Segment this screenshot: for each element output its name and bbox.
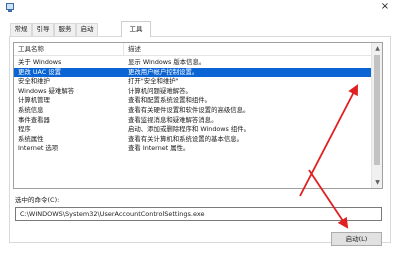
column-header-description[interactable]: 描述 bbox=[124, 43, 372, 56]
tool-name: 关于 Windows bbox=[18, 58, 62, 66]
list-item[interactable]: 关于 Windows 显示 Windows 版本信息。 bbox=[14, 58, 372, 68]
list-item-selected[interactable]: 更改 UAC 设置 更改用户帐户控制设置。 bbox=[14, 67, 372, 78]
list-item[interactable]: Internet 选项 查看 Internet 属性。 bbox=[14, 144, 372, 154]
tool-name: 系统信息 bbox=[18, 105, 44, 114]
tool-name: 计算机管理 bbox=[18, 96, 50, 105]
tool-description: 查看有关计算机和系统设置的基本信息。 bbox=[128, 134, 244, 143]
tab-services[interactable]: 服务 bbox=[54, 23, 76, 36]
tool-name: 系统属性 bbox=[18, 134, 44, 143]
list-item[interactable]: 系统信息 查看有关硬件设置和软件设置的高级信息。 bbox=[14, 106, 372, 116]
scrollbar-thumb[interactable] bbox=[374, 55, 380, 165]
tab-tools[interactable]: 工具 bbox=[121, 21, 151, 37]
tool-name: 更改 UAC 设置 bbox=[18, 67, 62, 76]
column-header-tool-name[interactable]: 工具名称 bbox=[14, 43, 124, 56]
scroll-up-arrow-icon[interactable]: ▲ bbox=[372, 43, 382, 54]
list-item[interactable]: 系统属性 查看有关计算机和系统设置的基本信息。 bbox=[14, 135, 372, 145]
tool-name: 安全和维护 bbox=[18, 77, 50, 86]
list-item[interactable]: 程序 启动、添加或删除程序和 Windows 组件。 bbox=[14, 125, 372, 135]
tool-description: 打开"安全和维护" bbox=[128, 77, 179, 86]
tool-name: 事件查看器 bbox=[18, 115, 50, 124]
tab-boot[interactable]: 引导 bbox=[32, 23, 54, 36]
list-item[interactable]: Windows 疑难解答 计算机问题疑难解答。 bbox=[14, 87, 372, 97]
title-bar: × bbox=[0, 0, 399, 14]
msconfig-app-icon bbox=[6, 3, 14, 12]
tool-name: 程序 bbox=[18, 125, 31, 134]
tool-description: 查看有关硬件设置和软件设置的高级信息。 bbox=[128, 105, 250, 114]
tool-description: 显示 Windows 版本信息。 bbox=[128, 58, 206, 66]
tool-description: 启动、添加或删除程序和 Windows 组件。 bbox=[128, 125, 251, 134]
tab-startup[interactable]: 启动 bbox=[76, 23, 98, 36]
tool-description: 查看和配置系统设置和组件。 bbox=[128, 96, 212, 105]
tool-description: 计算机问题疑难解答。 bbox=[128, 86, 192, 95]
launch-button[interactable]: 启动(L) bbox=[331, 232, 382, 246]
list-rows: 关于 Windows 显示 Windows 版本信息。 更改 UAC 设置 更改… bbox=[14, 58, 372, 154]
close-button[interactable]: × bbox=[379, 1, 391, 13]
vertical-scrollbar[interactable]: ▲ ▼ bbox=[371, 43, 382, 188]
tool-name: Windows 疑难解答 bbox=[18, 86, 75, 95]
tools-list[interactable]: 工具名称 描述 关于 Windows 显示 Windows 版本信息。 更改 U… bbox=[13, 42, 383, 189]
list-header: 工具名称 描述 bbox=[14, 43, 372, 56]
tool-name: Internet 选项 bbox=[18, 144, 59, 153]
list-item[interactable]: 计算机管理 查看和配置系统设置和组件。 bbox=[14, 96, 372, 106]
list-item[interactable]: 安全和维护 打开"安全和维护" bbox=[14, 77, 372, 87]
selected-command-field[interactable]: C:\WINDOWS\System32\UserAccountControlSe… bbox=[15, 207, 382, 221]
tool-description: 更改用户帐户控制设置。 bbox=[128, 67, 199, 76]
tab-general[interactable]: 常规 bbox=[10, 23, 32, 36]
scroll-down-arrow-icon[interactable]: ▼ bbox=[372, 177, 382, 188]
list-item[interactable]: 事件查看器 查看监视消息和疑难解答消息。 bbox=[14, 116, 372, 126]
selected-command-label: 选中的命令(C): bbox=[15, 196, 60, 204]
tool-description: 查看监视消息和疑难解答消息。 bbox=[128, 115, 218, 124]
tool-description: 查看 Internet 属性。 bbox=[128, 144, 190, 153]
